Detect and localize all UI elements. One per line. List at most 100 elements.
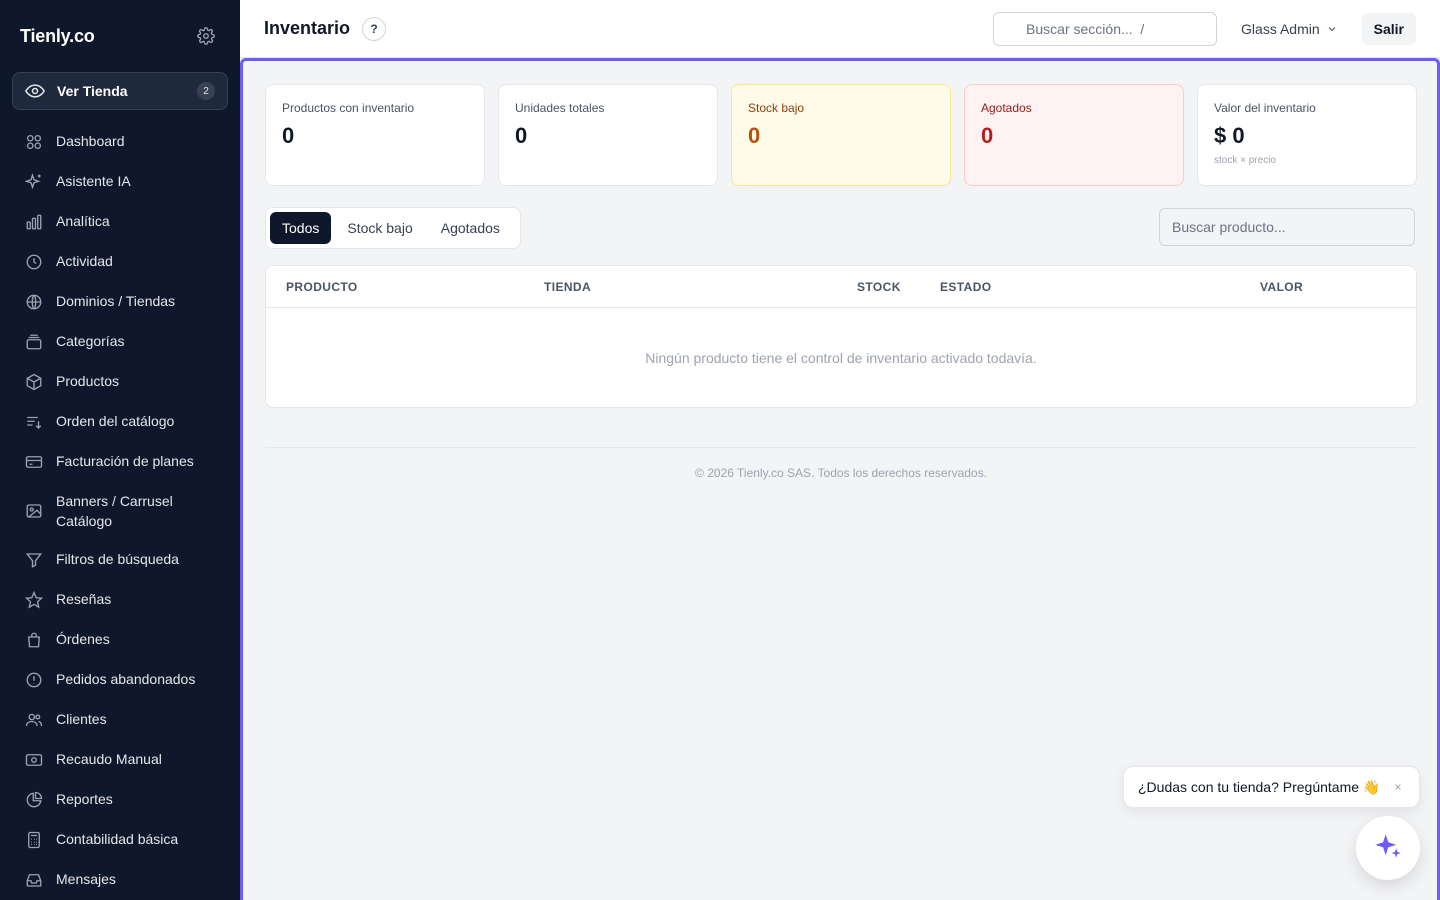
shopping-bag-icon [24, 630, 44, 650]
sidebar-item-categorias[interactable]: Categorías [0, 322, 240, 362]
sidebar-item-label: Órdenes [56, 631, 110, 647]
sidebar-item-productos[interactable]: Productos [0, 362, 240, 402]
filter-tabs: Todos Stock bajo Agotados [265, 207, 521, 249]
sidebar-item-banners[interactable]: Banners / Carrusel Catálogo [0, 482, 240, 540]
calculator-icon [24, 830, 44, 850]
tab-todos[interactable]: Todos [270, 212, 332, 244]
footer-divider [265, 447, 1417, 448]
stats-row: Productos con inventario 0 Unidades tota… [265, 84, 1417, 186]
sidebar-item-label: Mensajes [56, 871, 116, 887]
page-title: Inventario [264, 18, 351, 38]
sparkle-icon [1374, 832, 1402, 865]
stat-card-valor: Valor del inventario $ 0 stock × precio [1197, 84, 1417, 186]
close-icon[interactable]: × [1391, 780, 1405, 794]
stat-label: Unidades totales [515, 101, 605, 115]
stat-label: Productos con inventario [282, 101, 415, 115]
sidebar-item-dashboard[interactable]: Dashboard [0, 122, 240, 162]
image-icon [24, 501, 44, 521]
empty-state-message: Ningún producto tiene el control de inve… [645, 350, 1037, 366]
sidebar-item-label: Dominios / Tiendas [56, 293, 176, 309]
brand-logo[interactable]: Tienly.co [20, 26, 95, 47]
sidebar-item-dominios[interactable]: Dominios / Tiendas [0, 282, 240, 322]
help-button[interactable]: ? [362, 16, 387, 41]
stat-note: stock × precio [1214, 155, 1276, 166]
sidebar-item-resenas[interactable]: Reseñas [0, 580, 240, 620]
stat-value: 0 [748, 123, 761, 148]
sidebar-item-mensajes[interactable]: Mensajes [0, 860, 240, 900]
ai-assistant-button[interactable] [1356, 816, 1420, 880]
banknote-icon [24, 750, 44, 770]
credit-card-icon [24, 452, 44, 472]
inventory-table: PRODUCTO TIENDA STOCK ESTADO VALOR Ningú… [265, 265, 1417, 408]
sidebar-item-label: Filtros de búsqueda [56, 551, 179, 567]
sidebar-item-asistente-ia[interactable]: Asistente IA [0, 162, 240, 202]
stat-label: Stock bajo [748, 101, 805, 115]
footer-copyright: © 2026 Tienly.co SAS. Todos los derechos… [695, 466, 987, 480]
sidebar-item-label: Asistente IA [56, 173, 131, 189]
chat-prompt-bubble[interactable]: ¿Dudas con tu tienda? Pregúntame 👋 × [1123, 766, 1420, 808]
brand-row: Tienly.co [0, 0, 240, 72]
eye-icon [25, 81, 45, 101]
tab-stock-bajo[interactable]: Stock bajo [335, 212, 424, 244]
column-header-valor[interactable]: VALOR [1260, 280, 1303, 294]
column-header-tienda[interactable]: TIENDA [544, 280, 591, 294]
sidebar-item-label: Analítica [56, 213, 110, 229]
sidebar-item-filtros[interactable]: Filtros de búsqueda [0, 540, 240, 580]
chevron-down-icon [1326, 23, 1338, 35]
sidebar: Tienly.co Ver Tienda 2 Dashboard Asisten… [0, 0, 240, 900]
sidebar-item-actividad[interactable]: Actividad [0, 242, 240, 282]
clock-icon [24, 252, 44, 272]
sidebar-item-label: Facturación de planes [56, 453, 194, 469]
layers-icon [24, 332, 44, 352]
sidebar-item-facturacion[interactable]: Facturación de planes [0, 442, 240, 482]
sidebar-item-label: Productos [56, 373, 120, 389]
sidebar-item-ordenes[interactable]: Órdenes [0, 620, 240, 660]
sidebar-nav: Dashboard Asistente IA Analítica Activid… [0, 122, 240, 900]
stat-value: $ 0 [1214, 123, 1245, 148]
sidebar-item-label: Orden del catálogo [56, 413, 175, 429]
star-icon [24, 590, 44, 610]
pie-chart-icon [24, 790, 44, 810]
ver-tienda-badge: 2 [197, 82, 215, 100]
sidebar-item-recaudo-manual[interactable]: Recaudo Manual [0, 740, 240, 780]
sparkle-icon [24, 172, 44, 192]
column-header-estado[interactable]: ESTADO [940, 280, 992, 294]
tab-agotados[interactable]: Agotados [429, 212, 512, 244]
product-search-input[interactable] [1159, 208, 1415, 246]
stat-value: 0 [515, 123, 528, 148]
chat-prompt-text: ¿Dudas con tu tienda? Pregúntame 👋 [1138, 778, 1381, 795]
sidebar-item-label: Reseñas [56, 591, 112, 607]
column-header-producto[interactable]: PRODUCTO [286, 280, 358, 294]
gear-icon[interactable] [196, 26, 216, 46]
sidebar-item-label: Recaudo Manual [56, 751, 162, 767]
column-header-stock[interactable]: STOCK [857, 280, 901, 294]
stat-label: Valor del inventario [1214, 101, 1316, 115]
stat-label: Agotados [981, 101, 1032, 115]
box-icon [24, 372, 44, 392]
sidebar-item-contabilidad[interactable]: Contabilidad básica [0, 820, 240, 860]
bar-chart-icon [24, 212, 44, 232]
inbox-icon [24, 870, 44, 890]
filter-icon [24, 550, 44, 570]
sidebar-item-label: Banners / Carrusel Catálogo [56, 493, 173, 529]
table-header: PRODUCTO TIENDA STOCK ESTADO VALOR [266, 266, 1416, 308]
stat-card-productos: Productos con inventario 0 [265, 84, 485, 186]
sidebar-item-label: Pedidos abandonados [56, 671, 196, 687]
users-icon [24, 710, 44, 730]
sidebar-item-label: Clientes [56, 711, 107, 727]
stat-card-unidades: Unidades totales 0 [498, 84, 718, 186]
grid-icon [24, 132, 44, 152]
stat-card-stock-bajo: Stock bajo 0 [731, 84, 951, 186]
ver-tienda-button[interactable]: Ver Tienda 2 [12, 72, 228, 110]
globe-icon [24, 292, 44, 312]
logout-button[interactable]: Salir [1361, 12, 1416, 45]
user-menu[interactable]: Glass Admin [1241, 21, 1338, 37]
sidebar-item-label: Dashboard [56, 133, 125, 149]
sidebar-item-clientes[interactable]: Clientes [0, 700, 240, 740]
sidebar-item-pedidos-abandonados[interactable]: Pedidos abandonados [0, 660, 240, 700]
sidebar-item-label: Categorías [56, 333, 125, 349]
section-search-input[interactable] [993, 11, 1218, 46]
sidebar-item-reportes[interactable]: Reportes [0, 780, 240, 820]
sidebar-item-analitica[interactable]: Analítica [0, 202, 240, 242]
sidebar-item-orden-catalogo[interactable]: Orden del catálogo [0, 402, 240, 442]
